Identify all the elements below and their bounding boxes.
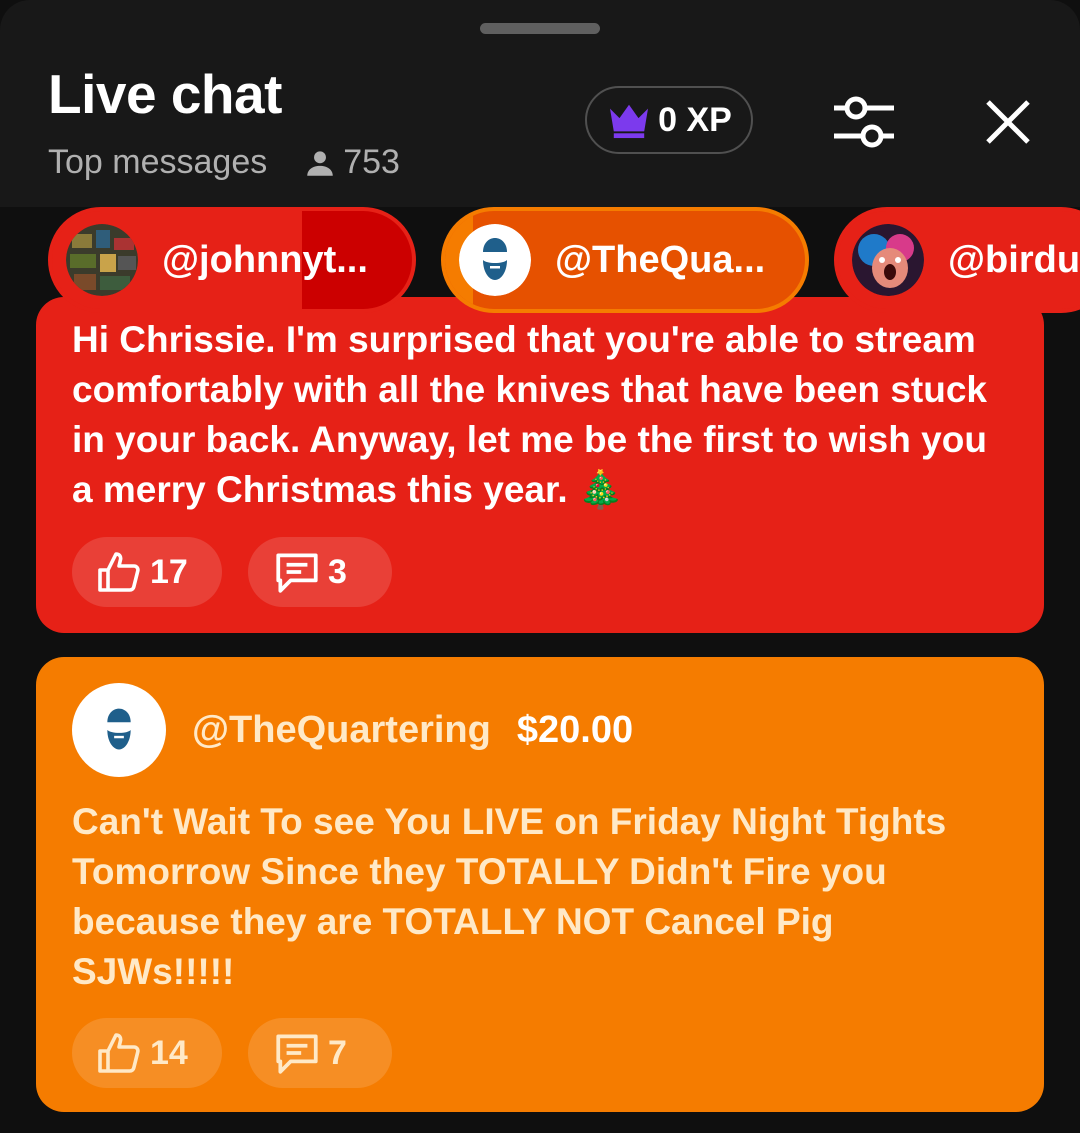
crown-icon: [610, 104, 649, 139]
beard-avatar-icon: [107, 708, 131, 750]
thumb-up-icon: [98, 552, 140, 592]
comment-icon: [276, 553, 318, 593]
message-actions: 14 7: [72, 1018, 418, 1088]
super-chat-card[interactable]: Hi Chrissie. I'm surprised that you're a…: [36, 297, 1044, 633]
close-icon[interactable]: [982, 96, 1034, 148]
donation-amount: $20.00: [516, 708, 634, 751]
avatar: [852, 224, 924, 296]
chat-feed[interactable]: Hi Chrissie. I'm surprised that you're a…: [0, 207, 1080, 1133]
viewer-count: 753: [303, 143, 400, 182]
thumb-up-icon: [98, 1033, 140, 1073]
message-text: Can't Wait To see You LIVE on Friday Nig…: [72, 801, 947, 992]
tune-icon[interactable]: [832, 94, 896, 150]
message-actions: 17 3: [72, 537, 418, 607]
avatar: [66, 224, 138, 296]
drag-handle[interactable]: [480, 23, 600, 34]
pinned-chip[interactable]: @johnnyt...: [48, 207, 416, 313]
message-header: @TheQuartering $20.00: [72, 683, 633, 777]
pinned-author: @johnnyt...: [162, 238, 368, 281]
message-text: Hi Chrissie. I'm surprised that you're a…: [72, 319, 987, 510]
chat-subheader: Top messages 753: [48, 143, 400, 182]
author-name[interactable]: @TheQuartering: [192, 709, 491, 752]
like-count: 17: [150, 552, 188, 591]
like-button[interactable]: 17: [72, 537, 222, 607]
reply-count: 3: [328, 552, 347, 591]
pinned-author: @TheQua...: [555, 238, 766, 281]
pinned-chip[interactable]: @birdu: [834, 207, 1080, 313]
reply-button[interactable]: 7: [248, 1018, 392, 1088]
page-title: Live chat: [48, 63, 282, 125]
like-button[interactable]: 14: [72, 1018, 222, 1088]
viewer-count-value: 753: [343, 143, 400, 181]
comment-icon: [276, 1034, 318, 1074]
super-chat-card[interactable]: @TheQuartering $20.00 Can't Wait To see …: [36, 657, 1044, 1112]
reply-count: 7: [328, 1033, 347, 1072]
like-count: 14: [150, 1033, 188, 1072]
avatar: [459, 224, 531, 296]
pinned-chip[interactable]: @TheQua...: [441, 207, 809, 313]
pinned-author: @birdu: [948, 238, 1080, 281]
avatar[interactable]: [72, 683, 166, 777]
reply-button[interactable]: 3: [248, 537, 392, 607]
xp-button[interactable]: 0 XP: [585, 86, 753, 154]
person-icon: [307, 150, 333, 176]
pinned-super-chats: @johnnyt... @TheQua... @birdu: [0, 207, 1080, 319]
chat-mode-selector[interactable]: Top messages: [48, 143, 267, 182]
xp-value: 0 XP: [658, 100, 732, 139]
